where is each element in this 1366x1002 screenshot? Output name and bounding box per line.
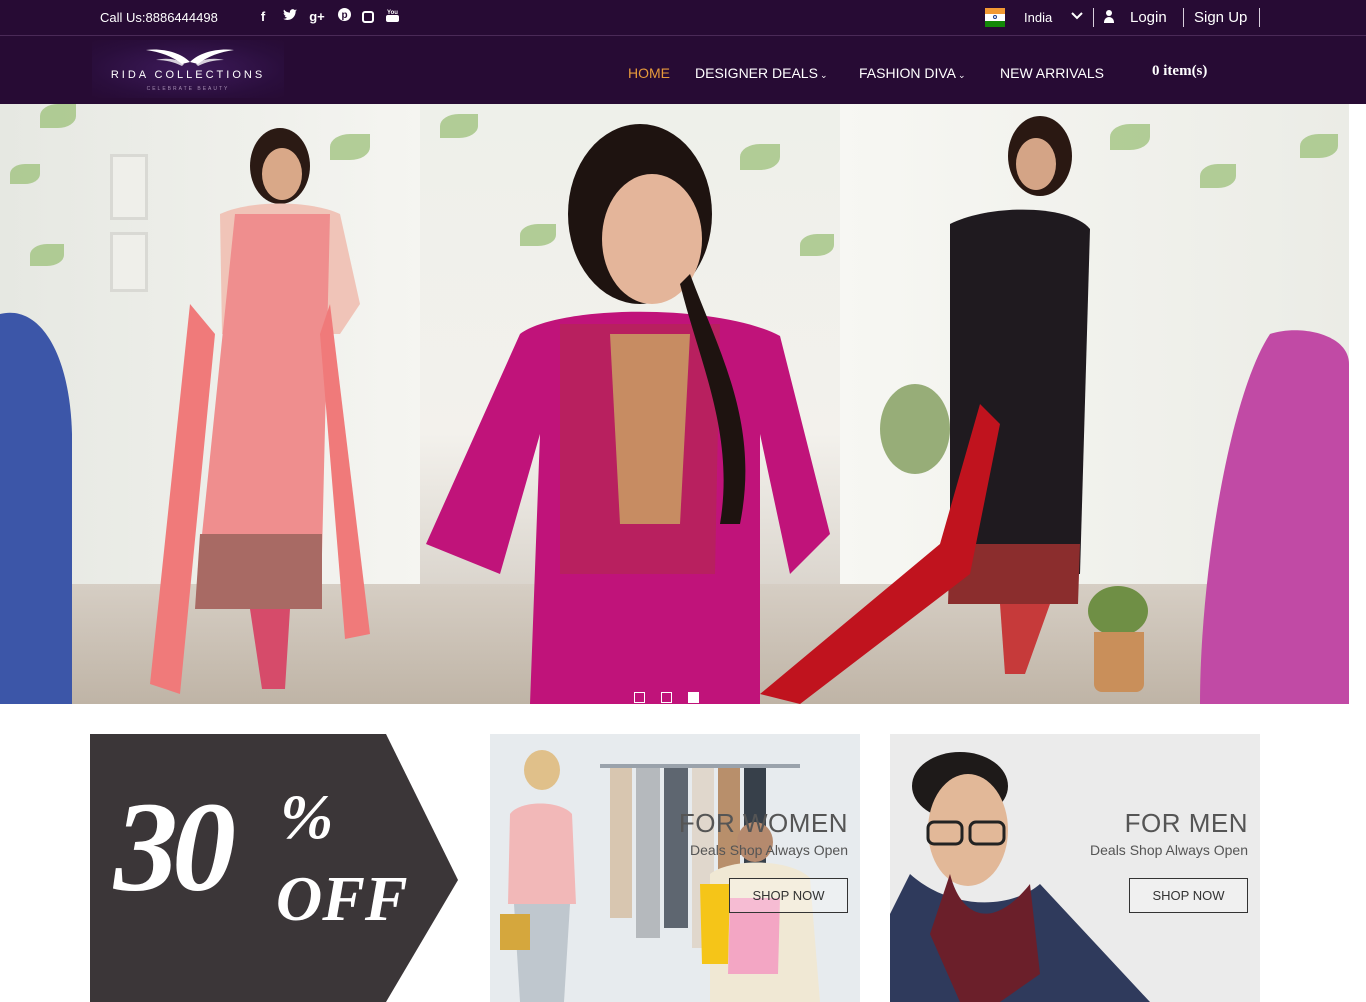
women-title: FOR WOMEN	[678, 808, 848, 838]
user-icon	[1104, 10, 1114, 24]
brand-logo[interactable]: RIDA COLLECTIONS CELEBRATE BEAUTY	[92, 40, 284, 98]
men-subtitle: Deals Shop Always Open	[1090, 842, 1248, 858]
slider-dot-active[interactable]	[688, 692, 699, 703]
hero-models-illustration	[0, 116, 1349, 704]
slider-dot[interactable]	[661, 692, 672, 703]
svg-text:p: p	[341, 10, 347, 21]
cart-link[interactable]: 0 item(s)	[1152, 63, 1207, 80]
nav-item-fashion-diva[interactable]: FASHION DIVA ⌄	[859, 65, 966, 81]
chevron-down-icon: ⌄	[957, 70, 966, 80]
nav-item-label: NEW ARRIVALS	[1000, 65, 1104, 81]
nav-item-label: DESIGNER DEALS	[695, 65, 818, 81]
promo-men-tile[interactable]: FOR MEN Deals Shop Always Open SHOP NOW	[890, 734, 1260, 1002]
offer-number: 30	[114, 776, 236, 918]
pinterest-icon[interactable]: p	[335, 8, 353, 26]
facebook-icon[interactable]: f	[254, 8, 272, 26]
signup-link[interactable]: Sign Up	[1194, 9, 1247, 26]
women-subtitle: Deals Shop Always Open	[690, 842, 848, 858]
hero-slider[interactable]	[0, 104, 1349, 704]
india-flag-icon[interactable]	[985, 8, 1005, 27]
twitter-icon[interactable]	[281, 8, 299, 26]
brand-tagline: CELEBRATE BEAUTY	[146, 86, 230, 92]
country-selector[interactable]: India	[1024, 10, 1052, 25]
men-model-illustration	[890, 734, 1260, 1002]
slider-dots	[634, 692, 699, 703]
nav-item-label: HOME	[628, 65, 670, 81]
nav-item-new-arrivals[interactable]: NEW ARRIVALS	[1000, 65, 1104, 81]
women-shopping-illustration	[490, 734, 860, 1002]
brand-name: RIDA COLLECTIONS	[110, 69, 266, 81]
logo-wings-icon	[146, 49, 234, 66]
promo-offer-tile[interactable]: 30 % OFF	[90, 734, 460, 1002]
call-us-text: Call Us:8886444498	[100, 10, 218, 25]
men-title: FOR MEN	[1124, 808, 1248, 838]
youtube-icon[interactable]: You	[383, 8, 401, 26]
top-bar: Call Us:8886444498 f g+ p You India Logi…	[0, 0, 1366, 36]
nav-item-label: FASHION DIVA	[859, 65, 956, 81]
google-plus-icon[interactable]: g+	[308, 8, 326, 26]
divider	[1093, 8, 1094, 27]
divider	[1183, 8, 1184, 27]
chevron-down-icon: ⌄	[819, 70, 828, 80]
women-shop-now-button[interactable]: SHOP NOW	[729, 878, 848, 913]
login-link[interactable]: Login	[1130, 9, 1167, 26]
nav-item-designer-deals[interactable]: DESIGNER DEALS ⌄	[695, 65, 827, 81]
slider-dot[interactable]	[634, 692, 645, 703]
divider	[1259, 8, 1260, 27]
promo-women-tile[interactable]: FOR WOMEN Deals Shop Always Open SHOP NO…	[490, 734, 860, 1002]
social-links: f g+ p You	[254, 8, 401, 26]
nav-item-home[interactable]: HOME	[628, 65, 670, 81]
main-nav: RIDA COLLECTIONS CELEBRATE BEAUTY HOME D…	[0, 36, 1366, 104]
instagram-icon[interactable]	[362, 11, 374, 23]
offer-word: OFF	[276, 863, 408, 934]
chevron-down-icon[interactable]	[1071, 8, 1083, 26]
men-shop-now-button[interactable]: SHOP NOW	[1129, 878, 1248, 913]
offer-percent: %	[280, 781, 334, 852]
